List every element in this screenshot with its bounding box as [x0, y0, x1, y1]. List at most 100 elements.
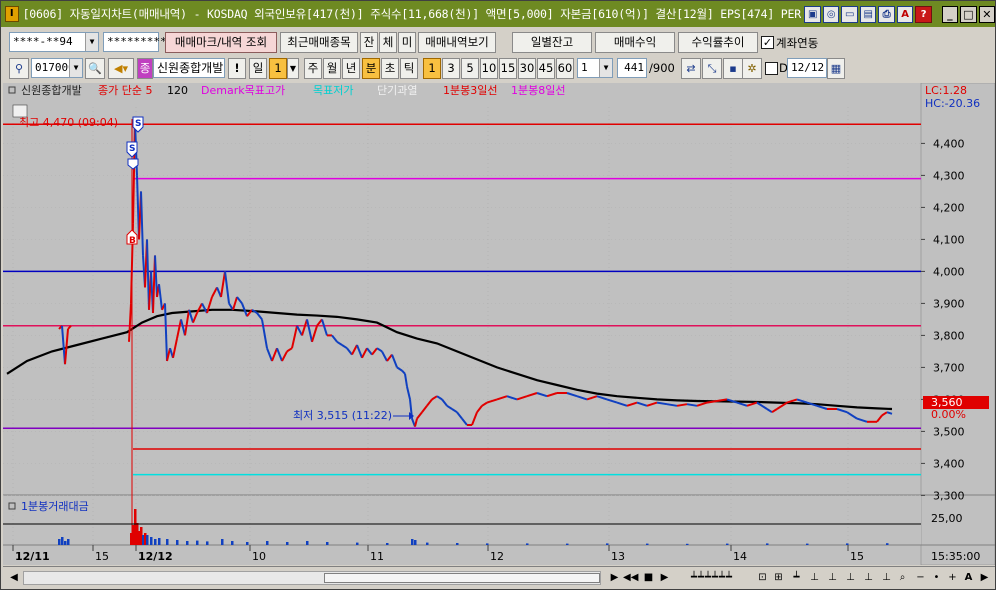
volume-bar — [61, 537, 64, 545]
refresh-icon[interactable]: ◎ — [822, 5, 840, 23]
period-tick-button[interactable]: 틱 — [400, 58, 418, 79]
balance-button[interactable]: 잔 — [360, 32, 378, 53]
x-tick-label: 14 — [733, 550, 747, 563]
drag-icon[interactable]: • — [929, 570, 944, 586]
volume-bar — [246, 542, 249, 545]
scroll-track[interactable] — [23, 571, 601, 585]
line-icon[interactable]: ⊥ — [807, 570, 822, 586]
zoom-in-icon[interactable]: + — [945, 570, 960, 586]
period-week-button[interactable]: 주 — [304, 58, 322, 79]
password-input[interactable]: ********* — [103, 32, 167, 52]
help-icon[interactable]: ? — [915, 5, 932, 23]
chevron-down-icon[interactable]: ▼ — [85, 33, 98, 51]
filled-button[interactable]: 체 — [379, 32, 397, 53]
legend-line8: 1분봉8일선 — [511, 83, 565, 97]
play-icon[interactable]: ▶ — [657, 570, 672, 586]
zoom-box2-icon[interactable]: ⊞ — [771, 570, 786, 586]
scroll-end-icon[interactable]: ▶ — [977, 570, 992, 586]
speaker-icon[interactable]: ◀▾ — [108, 58, 134, 79]
period-minute-button[interactable]: 분 — [362, 58, 380, 79]
window-icon[interactable]: ▤ — [859, 5, 877, 23]
close-icon[interactable]: ✕ — [978, 5, 996, 23]
line3-icon[interactable]: ⊥ — [843, 570, 858, 586]
calendar-icon[interactable]: ▦ — [827, 58, 845, 79]
search-icon[interactable]: 🔍 — [85, 58, 105, 79]
y-tick-label: 3,900 — [933, 297, 965, 310]
account-select[interactable]: ****-**94 ▼ — [9, 32, 99, 52]
toolbar-chart: ⚲ 017000 ▼ 🔍 ◀▾ 종 신원종합개발 ! 일 1 ▼ 주 월 년 분… — [1, 55, 995, 82]
interval-button-10[interactable]: 10 — [480, 58, 498, 79]
pin-icon[interactable]: ⚲ — [9, 58, 29, 79]
scroll-left-icon[interactable]: ◀ — [7, 570, 21, 586]
chart-area[interactable]: 4,400 4,300 4,200 4,100 4,000 3,900 3,800 3,700… — [3, 83, 995, 565]
interval-button-3[interactable]: 3 — [442, 58, 460, 79]
scroll-thumb[interactable] — [324, 573, 600, 583]
recent-items-button[interactable]: 최근매매종목 — [280, 32, 358, 53]
account-link-checkbox[interactable]: ✓ — [761, 36, 774, 49]
volume-bar — [766, 543, 769, 545]
stock-name-field[interactable]: 신원종합개발 — [153, 58, 225, 78]
maximize-icon[interactable]: □ — [960, 5, 977, 23]
rewind-icon[interactable]: ◀◀ — [623, 570, 638, 586]
screen-icon[interactable]: ▭ — [841, 5, 858, 23]
interval-button-30[interactable]: 30 — [518, 58, 536, 79]
print-icon[interactable]: ⎙ — [878, 5, 895, 23]
interval-custom-select[interactable]: 1 ▼ — [577, 58, 613, 78]
price-chart[interactable]: 4,400 4,300 4,200 4,100 4,000 3,900 3,800 3,700… — [3, 83, 995, 565]
volume-bar — [166, 539, 169, 545]
period-second-button[interactable]: 초 — [381, 58, 399, 79]
period-year-button[interactable]: 년 — [342, 58, 360, 79]
gear-icon[interactable]: ✲ — [742, 58, 762, 79]
chevron-down-icon[interactable]: ▼ — [287, 58, 299, 79]
zoom-box-icon[interactable]: ⊡ — [755, 570, 770, 586]
line5-icon[interactable]: ⊥ — [879, 570, 894, 586]
volume-bar — [67, 539, 70, 545]
period-month-button[interactable]: 월 — [323, 58, 341, 79]
chart-tool-icon[interactable]: ⤡ — [702, 58, 722, 79]
zoom-in-drag-icon[interactable]: − — [913, 570, 928, 586]
return-trend-button[interactable]: 수익률추이 — [678, 32, 758, 53]
interval-custom-value: 1 — [581, 61, 588, 74]
volume-bar — [526, 543, 529, 545]
period-value-button[interactable]: 1 — [269, 58, 287, 79]
minimize-icon[interactable]: _ — [941, 5, 959, 23]
trade-profit-button[interactable]: 매매수익 — [595, 32, 675, 53]
ruler-icon[interactable]: ┷ — [789, 570, 804, 586]
line2-icon[interactable]: ⊥ — [825, 570, 840, 586]
count-total: /900 — [649, 61, 675, 75]
unfilled-button[interactable]: 미 — [398, 32, 416, 53]
count-input[interactable]: 441 — [617, 58, 647, 78]
excl-button[interactable]: ! — [228, 58, 246, 79]
save-icon[interactable]: ▪ — [723, 58, 743, 79]
line4-icon[interactable]: ⊥ — [861, 570, 876, 586]
x-tick-label: 12/12 — [138, 550, 173, 563]
link-icon[interactable]: ▣ — [804, 5, 821, 23]
interval-button-15[interactable]: 15 — [499, 58, 517, 79]
trade-history-button[interactable]: 매매내역보기 — [418, 32, 496, 53]
magnify-icon[interactable]: ⌕ — [895, 570, 910, 586]
arrows-icon[interactable]: ⇄ — [681, 58, 701, 79]
interval-button-45[interactable]: 45 — [537, 58, 555, 79]
interval-button-60[interactable]: 60 — [556, 58, 574, 79]
font-icon[interactable]: A — [896, 5, 914, 23]
volume-bar — [846, 543, 849, 545]
trade-mark-button[interactable]: 매매마크/내역 조회 — [165, 32, 277, 53]
legend-lc: LC:1.28 — [925, 84, 967, 97]
y-tick-label: 3,500 — [933, 425, 965, 438]
scroll-right-icon[interactable]: ▶ — [607, 570, 622, 586]
chevron-down-icon[interactable]: ▼ — [69, 59, 82, 77]
date-input[interactable]: 12/12 — [787, 58, 827, 78]
speed-slider[interactable]: ┷┷┷┷┷┷ — [679, 570, 745, 586]
d-checkbox[interactable] — [765, 62, 778, 75]
period-day-button[interactable]: 일 — [249, 58, 267, 79]
stop-icon[interactable]: ■ — [641, 570, 656, 586]
stock-code-select[interactable]: 017000 ▼ — [31, 58, 83, 78]
chevron-down-icon[interactable]: ▼ — [599, 59, 612, 77]
title-bar[interactable]: I [0606] 자동일지차트(매매내역) - KOSDAQ 외국인보유[417… — [1, 1, 996, 27]
interval-button-5[interactable]: 5 — [461, 58, 479, 79]
legend-ma120: 120 — [167, 84, 188, 97]
x-tick-label: 15 — [95, 550, 109, 563]
interval-button-1[interactable]: 1 — [423, 58, 441, 79]
font-icon[interactable]: A — [961, 570, 976, 586]
daily-balance-button[interactable]: 일별잔고 — [512, 32, 592, 53]
